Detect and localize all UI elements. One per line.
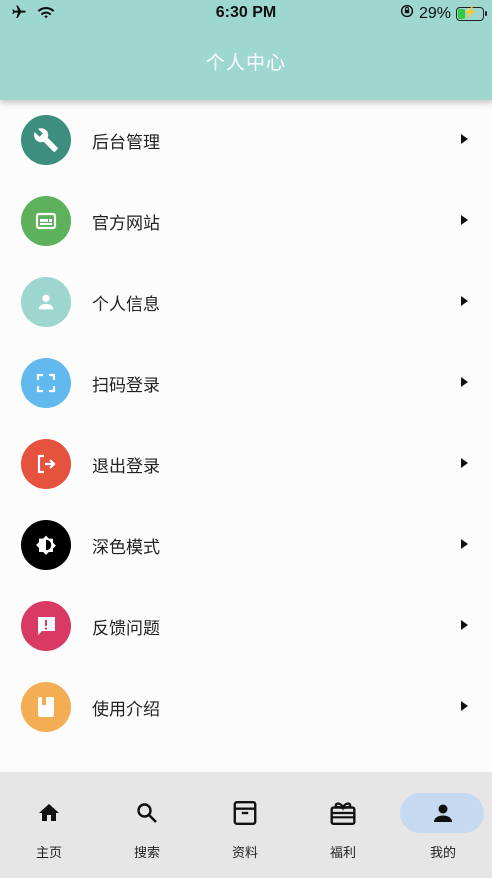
menu-item-logout[interactable]: 退出登录 — [0, 424, 492, 505]
tab-label: 福利 — [329, 846, 356, 861]
tab-label: 搜索 — [133, 846, 160, 861]
home-icon — [29, 797, 69, 829]
menu-item-label: 扫码登录 — [92, 376, 160, 396]
tab-label: 资料 — [231, 846, 258, 861]
orientation-lock-icon — [400, 4, 414, 23]
chevron-right-icon — [461, 377, 468, 387]
status-bar: 6:30 PM 29% ⚡ — [0, 0, 492, 30]
battery-percent: 29% — [418, 4, 451, 22]
menu-item-label: 官方网站 — [92, 214, 160, 234]
menu-item-admin[interactable]: 后台管理 — [0, 100, 492, 181]
archive-icon — [225, 797, 265, 829]
chevron-right-icon — [461, 215, 468, 225]
bottom-tab-bar: 主页 搜索 资料 福利 我的 — [0, 772, 492, 878]
menu-item-label: 个人信息 — [92, 295, 160, 315]
tab-mine[interactable]: 我的 — [394, 772, 492, 878]
tab-home[interactable]: 主页 — [0, 772, 98, 878]
scan-icon — [21, 358, 71, 408]
person-icon — [423, 797, 463, 829]
search-icon — [127, 797, 167, 829]
book-icon — [21, 682, 71, 732]
chevron-right-icon — [461, 539, 468, 549]
tab-search[interactable]: 搜索 — [98, 772, 196, 878]
menu-list: 后台管理 官方网站 个人信息 扫码登录 退出登录 深色模式 反馈问题 使用介绍 — [0, 100, 492, 772]
tab-materials[interactable]: 资料 — [196, 772, 294, 878]
menu-item-label: 后台管理 — [92, 133, 160, 153]
chevron-right-icon — [461, 701, 468, 711]
tab-label: 我的 — [429, 846, 456, 861]
chevron-right-icon — [461, 620, 468, 630]
menu-item-profile[interactable]: 个人信息 — [0, 262, 492, 343]
brightness-icon — [21, 520, 71, 570]
tab-benefits[interactable]: 福利 — [294, 772, 392, 878]
menu-item-dark-mode[interactable]: 深色模式 — [0, 505, 492, 586]
menu-item-label: 反馈问题 — [92, 619, 160, 639]
menu-item-website[interactable]: 官方网站 — [0, 181, 492, 262]
menu-item-label: 退出登录 — [92, 457, 160, 477]
menu-item-scan-login[interactable]: 扫码登录 — [0, 343, 492, 424]
battery-icon: ⚡ — [456, 5, 487, 21]
person-icon — [21, 277, 71, 327]
chevron-right-icon — [461, 458, 468, 468]
wrench-icon — [21, 115, 71, 165]
chevron-right-icon — [461, 296, 468, 306]
chevron-right-icon — [461, 134, 468, 144]
menu-item-label: 使用介绍 — [92, 700, 160, 720]
app-header: 6:30 PM 29% ⚡ 个人中心 — [0, 0, 492, 100]
page-title: 个人中心 — [205, 52, 286, 74]
logout-icon — [21, 439, 71, 489]
feedback-icon — [21, 601, 71, 651]
web-icon — [21, 196, 71, 246]
tab-label: 主页 — [35, 846, 62, 861]
menu-item-label: 深色模式 — [92, 538, 160, 558]
menu-item-feedback[interactable]: 反馈问题 — [0, 586, 492, 667]
gift-icon — [323, 797, 363, 829]
menu-item-guide[interactable]: 使用介绍 — [0, 667, 492, 748]
